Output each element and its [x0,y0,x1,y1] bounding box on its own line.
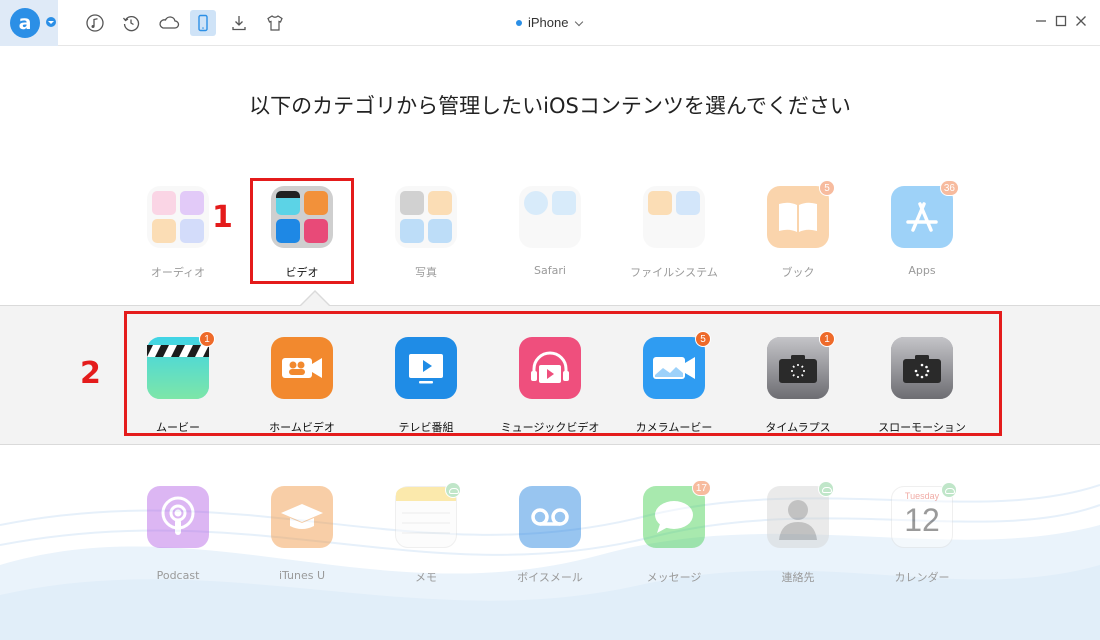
category-label: Apps [908,264,936,277]
category-label: ブック [781,266,815,279]
person-silhouette-glyph [779,500,817,540]
app-store-glyph [906,202,938,232]
close-icon[interactable] [1074,14,1088,28]
panel-pointer-inner [301,292,329,306]
cloud-sync-badge [941,482,957,498]
calendar-day-number: 12 [904,502,940,538]
app-store-icon: 36 [891,180,959,248]
top-toolbar: a iPhone [0,0,1100,46]
category-label: 写真 [415,266,437,279]
device-name: iPhone [528,15,569,30]
book-icon: 5 [767,180,835,248]
annotation-step2-number: 2 [80,356,101,391]
category-label: Safari [534,264,566,277]
speech-bubble-glyph [655,501,693,533]
app-logo-icon: a [10,8,40,38]
cloud-sync-badge [445,482,461,498]
cloud-sync-badge [818,481,834,497]
category-label: 連絡先 [781,571,815,584]
safari-folder-icon [519,186,581,248]
minimize-icon[interactable] [1034,14,1048,28]
notes-icon [395,482,461,548]
maximize-icon[interactable] [1054,14,1068,28]
tshirt-tool-button[interactable] [262,10,288,36]
messages-icon: 17 [643,480,711,548]
page-heading: 以下のカテゴリから管理したいiOSコンテンツを選んでください [249,94,851,118]
voicemail-icon [519,486,581,548]
annotation-box-step2 [124,311,1002,436]
annotation-step1-number: 1 [212,200,233,235]
voicemail-glyph [531,508,569,526]
category-label: ファイルシステム [630,266,718,279]
download-icon [232,16,246,31]
graduation-cap-glyph [281,504,323,529]
messages-count-badge: 17 [691,480,711,496]
category-label: オーディオ [150,266,206,279]
podcast-glyph [161,496,195,535]
category-label: メッセージ [646,571,702,584]
contacts-icon [767,481,834,548]
device-selector[interactable]: iPhone [500,14,600,32]
chevron-down-icon [574,17,584,27]
books-count-badge: 5 [819,180,835,196]
music-tool-button[interactable] [82,10,108,36]
apps-count-badge: 36 [939,180,959,196]
category-label: メモ [415,571,437,584]
cloud-icon [159,16,180,29]
open-book-glyph [779,202,817,232]
calendar-icon: Tuesday 12 [891,482,957,548]
phone-tool-button[interactable] [190,10,216,36]
category-label: ボイスメール [517,571,583,584]
category-label: カレンダー [894,571,950,584]
cloud-tool-button[interactable] [154,10,184,36]
category-label: iTunes U [278,569,326,582]
logo-dropdown-icon[interactable] [46,17,56,27]
app-logo[interactable]: a [0,0,58,46]
annotation-box-step1 [250,178,354,284]
podcast-icon [147,486,209,548]
tshirt-icon [267,15,283,31]
history-icon [122,16,140,32]
category-label: Podcast [156,569,200,582]
audio-folder-icon [147,186,209,248]
phone-icon [198,14,208,32]
photo-folder-icon [395,186,457,248]
itunes-u-icon [271,486,333,548]
history-tool-button[interactable] [118,10,144,36]
download-tool-button[interactable] [226,10,252,36]
device-status-dot [516,20,522,26]
music-icon [86,14,104,32]
filesystem-folder-icon [643,186,705,248]
